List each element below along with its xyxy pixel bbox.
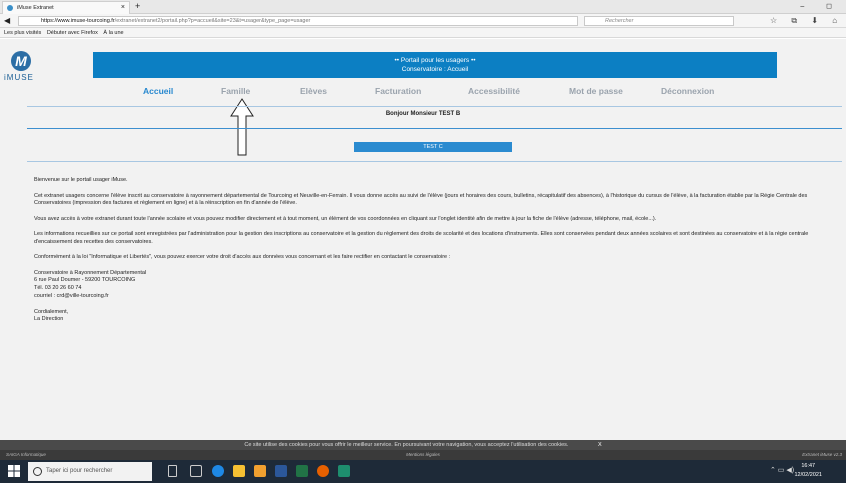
signature-greeting: Cordialement, (34, 308, 69, 315)
word-icon[interactable] (275, 465, 287, 477)
banner-title: •• Portail pour les usagers •• (394, 57, 476, 64)
divider (27, 161, 842, 162)
windows-start-icon[interactable] (8, 465, 20, 477)
nav-famille[interactable]: Famille (221, 86, 250, 96)
cortana-icon (33, 467, 42, 476)
windows-taskbar: Taper ici pour rechercher ⌃ ▭ ◀) 16:47 1… (0, 460, 846, 483)
banner-subtitle: Conservatoire : Accueil (401, 66, 469, 73)
footer-version: Extranet iMuse v2.3 (802, 452, 842, 457)
nav-accessibilite[interactable]: Accessibilité (468, 86, 520, 96)
favicon-icon (7, 5, 13, 11)
tab-title: iMuse Extranet (17, 5, 54, 11)
browser-tab-bar: iMuse Extranet × + – ◻ (0, 0, 846, 14)
nav-deconnexion[interactable]: Déconnexion (661, 86, 714, 96)
web-page: M iMUSE •• Portail pour les usagers •• C… (0, 39, 846, 440)
privacy-paragraph: Les informations recueillies sur ce port… (34, 231, 809, 245)
edge-icon[interactable] (212, 465, 224, 477)
browser-tab[interactable]: iMuse Extranet × (2, 1, 130, 14)
bookmarks-bar: Les plus visités Débuter avec Firefox À … (0, 28, 846, 38)
url-host: https://www.imuse-tourcoing.fr (41, 18, 115, 24)
welcome-text: Bienvenue sur le portail usager iMuse. C… (34, 177, 834, 324)
task-view-icon[interactable] (190, 465, 202, 477)
url-bar[interactable]: https://www.imuse-tourcoing.fr/extranet/… (18, 16, 578, 26)
app-icon[interactable] (338, 465, 350, 477)
url-path: /extranet/extranet2/portail.php?p=accuei… (114, 18, 311, 24)
new-tab-button[interactable]: + (135, 1, 140, 12)
nav-facturation[interactable]: Facturation (375, 86, 421, 96)
divider (27, 106, 842, 107)
welcome-paragraph: Bienvenue sur le portail usager iMuse. (34, 177, 128, 183)
address-phone: Tél. 03 20 26 60 74 (34, 285, 82, 292)
footer-legal-link[interactable]: Mentions légales (0, 450, 846, 460)
store-icon[interactable] (254, 465, 266, 477)
window-controls[interactable]: – ◻ (800, 0, 842, 13)
bookmark-getting-started[interactable]: Débuter avec Firefox (47, 30, 98, 36)
taskbar-search-placeholder: Taper ici pour rechercher (46, 468, 113, 474)
rights-paragraph: Conformément à la loi "Informatique et L… (34, 254, 451, 260)
nav-eleves[interactable]: Elèves (300, 86, 327, 96)
cookie-text: Ce site utilise des cookies pour vous of… (244, 442, 569, 448)
signature-name: La Direction (34, 316, 64, 323)
logo-mark: M (11, 51, 31, 71)
taskbar-clock[interactable]: 16:47 12/02/2021 (794, 462, 822, 480)
nav-mot-de-passe[interactable]: Mot de passe (569, 86, 623, 96)
page-footer: SAIGA Informatique Mentions légales Extr… (0, 450, 846, 460)
excel-icon[interactable] (296, 465, 308, 477)
signature: Cordialement, La Direction (34, 309, 834, 325)
cookie-banner: Ce site utilise des cookies pour vous of… (0, 440, 846, 450)
clock-time: 16:47 (801, 463, 816, 469)
system-tray-icons[interactable]: ⌃ ▭ ◀) (770, 466, 794, 474)
divider (27, 128, 842, 129)
file-explorer-icon[interactable] (233, 465, 245, 477)
main-nav: Accueil Famille Elèves Facturation Acces… (0, 86, 846, 101)
student-selector[interactable]: TEST C (354, 142, 512, 152)
imuse-logo[interactable]: M iMUSE (2, 51, 46, 85)
address-line: 6 rue Paul Doumer - 59200 TOURCOING (34, 277, 136, 284)
address-line: Conservatoire à Rayonnement Départementa… (34, 269, 147, 276)
microphone-icon[interactable] (168, 465, 177, 477)
browser-nav-bar: ◀ https://www.imuse-tourcoing.fr/extrane… (0, 14, 846, 37)
firefox-icon[interactable] (317, 465, 329, 477)
taskbar-search-input[interactable]: Taper ici pour rechercher (28, 462, 152, 481)
tab-close-button[interactable]: × (121, 2, 125, 14)
clock-date: 12/02/2021 (794, 472, 822, 478)
cookie-close-button[interactable]: X (598, 442, 602, 448)
logo-word: iMUSE (4, 73, 34, 82)
bookmark-headlines[interactable]: À la une (103, 30, 123, 36)
portal-banner: •• Portail pour les usagers •• Conservat… (93, 52, 777, 78)
nav-accueil[interactable]: Accueil (143, 86, 173, 96)
address-email[interactable]: courriel : crd@ville-tourcoing.fr (34, 293, 834, 301)
contact-address: Conservatoire à Rayonnement Départementa… (34, 270, 834, 301)
bookmark-most-visited[interactable]: Les plus visités (4, 30, 41, 36)
back-arrow-icon[interactable]: ◀ (4, 16, 10, 26)
greeting: Bonjour Monsieur TEST B (385, 111, 461, 117)
browser-search-input[interactable]: Rechercher (584, 16, 734, 26)
access-paragraph: Vous avez accès à votre extranet durant … (34, 215, 657, 222)
intro-paragraph: Cet extranet usagers concerne l'élève in… (34, 192, 808, 207)
